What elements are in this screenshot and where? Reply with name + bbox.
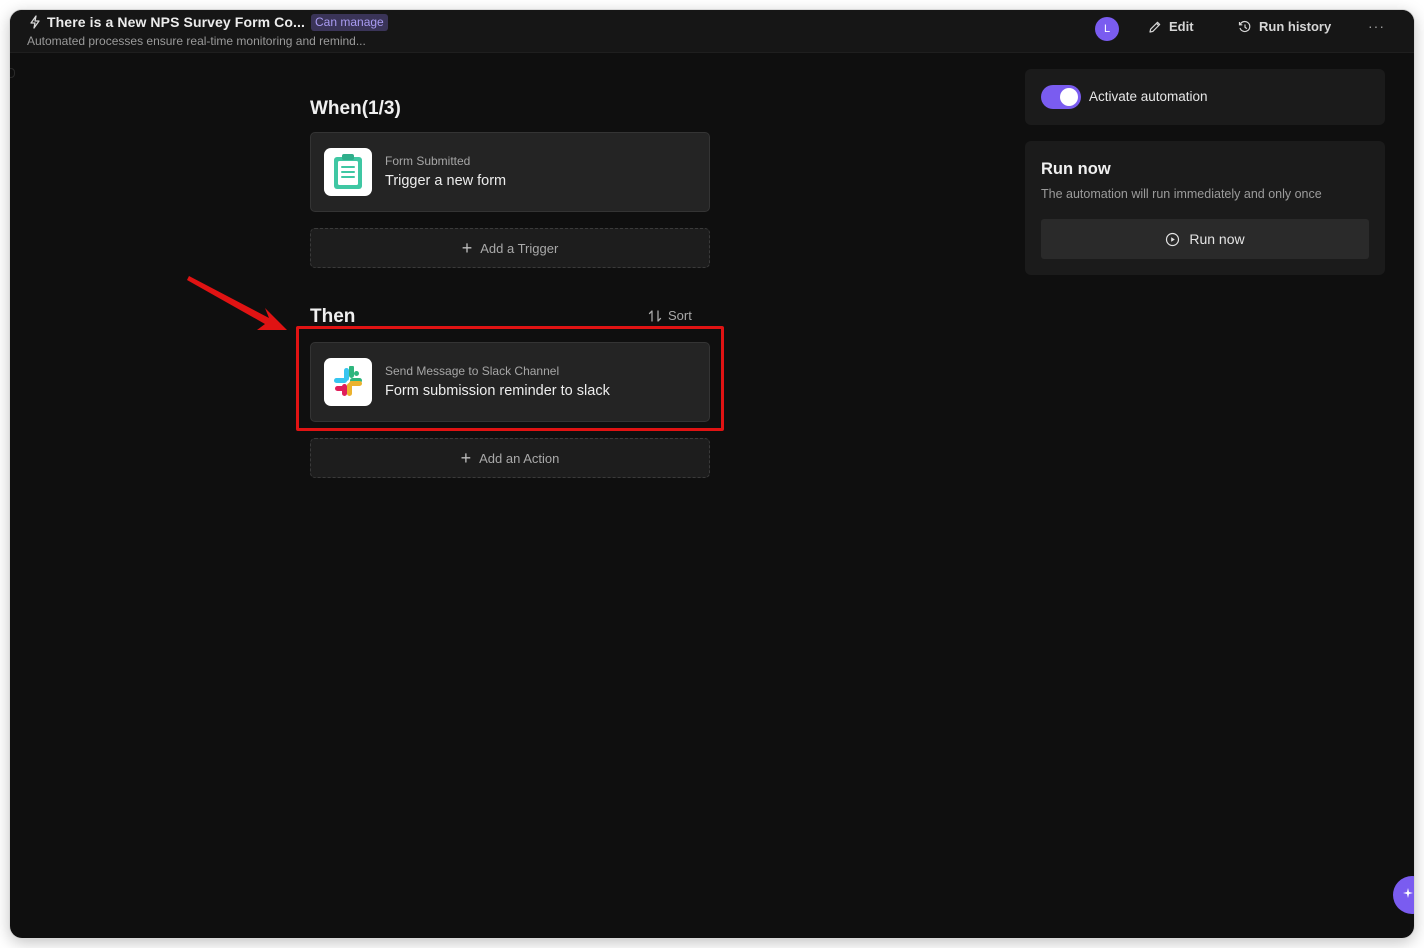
sort-label: Sort: [668, 308, 692, 323]
run-history-label: Run history: [1259, 19, 1332, 34]
trigger-name: Trigger a new form: [385, 173, 507, 189]
ai-assistant-button[interactable]: [1393, 876, 1414, 914]
activate-panel: Activate automation: [1025, 69, 1385, 125]
pencil-icon: [1149, 21, 1161, 33]
trigger-type: Form Submitted: [385, 154, 471, 168]
automation-window: There is a New NPS Survey Form Co... Can…: [10, 10, 1414, 938]
add-action-button[interactable]: + Add an Action: [310, 438, 710, 478]
permission-badge: Can manage: [311, 13, 388, 31]
top-bar: There is a New NPS Survey Form Co... Can…: [10, 10, 1414, 53]
play-circle-icon: [1166, 232, 1180, 246]
run-now-button[interactable]: Run now: [1041, 219, 1369, 259]
run-history-button[interactable]: Run history: [1238, 19, 1331, 34]
more-options-icon[interactable]: ···: [1368, 18, 1385, 34]
activate-label: Activate automation: [1089, 89, 1208, 104]
sparkle-icon: [1403, 888, 1413, 898]
add-action-label: Add an Action: [479, 450, 560, 466]
clipboard-icon: [324, 148, 372, 196]
add-trigger-button[interactable]: + Add a Trigger: [310, 228, 710, 268]
red-arrow-icon: [187, 276, 287, 330]
edit-label: Edit: [1169, 19, 1194, 34]
avatar[interactable]: L: [1095, 17, 1119, 41]
trigger-card[interactable]: Form Submitted Trigger a new form: [310, 132, 710, 212]
run-now-description: The automation will run immediately and …: [1041, 187, 1322, 201]
run-now-label: Run now: [1189, 231, 1245, 247]
activate-toggle[interactable]: [1041, 85, 1081, 109]
add-trigger-label: Add a Trigger: [480, 240, 559, 256]
history-icon: [1238, 20, 1251, 32]
automation-description[interactable]: Automated processes ensure real-time mon…: [27, 34, 366, 48]
sort-icon: [648, 309, 662, 322]
run-now-panel: Run now The automation will run immediat…: [1025, 141, 1385, 275]
plus-icon: +: [460, 448, 472, 468]
automation-title[interactable]: There is a New NPS Survey Form Co...: [47, 14, 305, 30]
bolt-icon: [30, 15, 40, 29]
title-row: There is a New NPS Survey Form Co... Can…: [29, 12, 388, 32]
sort-button[interactable]: Sort: [648, 308, 692, 323]
then-heading: Then: [310, 306, 356, 327]
edit-button[interactable]: Edit: [1148, 19, 1194, 34]
when-heading: When(1/3): [310, 98, 401, 119]
plus-icon: +: [461, 238, 473, 258]
highlight-box: [296, 326, 724, 431]
sidebar-handle[interactable]: [10, 68, 15, 78]
run-now-heading: Run now: [1041, 160, 1111, 178]
